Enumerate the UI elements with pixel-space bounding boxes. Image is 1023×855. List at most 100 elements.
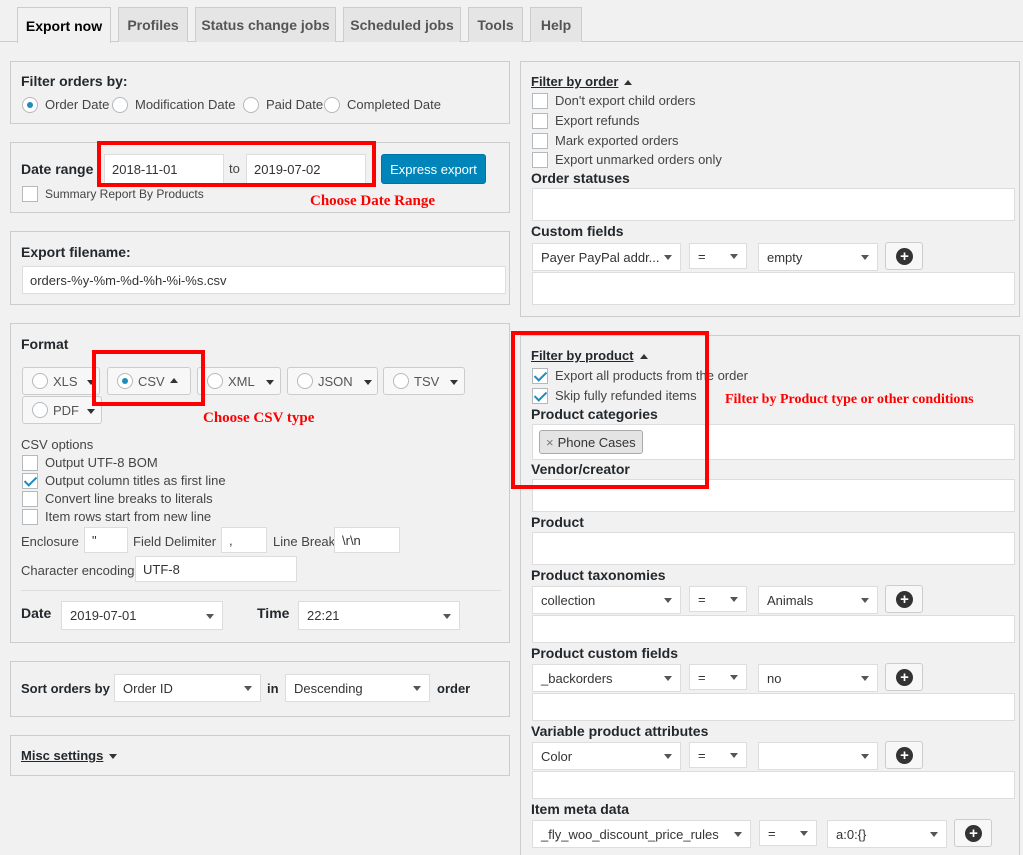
- encoding-input[interactable]: UTF-8: [135, 556, 297, 582]
- item-meta-add-button[interactable]: +: [954, 819, 992, 847]
- time-select[interactable]: 22:21: [298, 601, 460, 630]
- attribute-add-button[interactable]: +: [885, 741, 923, 769]
- item-meta-operator-select[interactable]: =: [759, 820, 817, 846]
- format-xml-button[interactable]: XML: [197, 367, 281, 395]
- sort-field-select[interactable]: Order ID: [114, 674, 261, 702]
- attribute-operator-select[interactable]: =: [689, 742, 747, 768]
- no-child-orders-label: Don't export child orders: [555, 93, 696, 108]
- export-filename-input[interactable]: orders-%y-%m-%d-%h-%i-%s.csv: [22, 266, 506, 294]
- no-child-orders-checkbox[interactable]: [532, 93, 548, 109]
- field-delimiter-label: Field Delimiter: [133, 534, 217, 549]
- date-range-annotation: Choose Date Range: [310, 193, 435, 209]
- unmarked-only-checkbox[interactable]: [532, 152, 548, 168]
- custom-fields-list[interactable]: [532, 272, 1015, 305]
- express-export-button[interactable]: Express export: [381, 154, 486, 184]
- xls-label: XLS: [53, 374, 78, 389]
- time-label: Time: [257, 605, 290, 621]
- radio-paid-date[interactable]: [243, 97, 259, 113]
- product-label: Product: [531, 514, 584, 530]
- radio-completed-date[interactable]: [324, 97, 340, 113]
- export-refunds-checkbox[interactable]: [532, 113, 548, 129]
- tab-profiles[interactable]: Profiles: [118, 7, 188, 42]
- summary-report-label: Summary Report By Products: [45, 187, 204, 201]
- product-cf-add-button[interactable]: +: [885, 663, 923, 691]
- custom-fields-label: Custom fields: [531, 223, 624, 239]
- taxonomy-value-select[interactable]: Animals: [758, 586, 878, 614]
- misc-panel: Misc settings: [10, 735, 510, 776]
- utf8-bom-checkbox[interactable]: [22, 455, 38, 471]
- taxonomies-list[interactable]: [532, 615, 1015, 643]
- format-xls-button[interactable]: XLS: [22, 367, 100, 395]
- filter-by-order-label: Filter by order: [531, 74, 619, 89]
- enclosure-label: Enclosure: [21, 534, 79, 549]
- column-titles-checkbox[interactable]: [22, 473, 38, 489]
- divider: [21, 590, 501, 591]
- product-cf-value-select[interactable]: no: [758, 664, 878, 692]
- attribute-value-select[interactable]: [758, 742, 878, 770]
- format-pdf-button[interactable]: PDF: [22, 396, 102, 424]
- modification-date-label: Modification Date: [135, 97, 236, 112]
- format-json-button[interactable]: JSON: [287, 367, 378, 395]
- line-break-label: Line Break: [273, 534, 336, 549]
- tab-export-now[interactable]: Export now: [17, 7, 111, 43]
- taxonomy-operator-select[interactable]: =: [689, 586, 747, 612]
- column-titles-label: Output column titles as first line: [45, 473, 226, 488]
- sort-direction-select[interactable]: Descending: [285, 674, 430, 702]
- misc-settings-toggle[interactable]: Misc settings: [21, 748, 118, 763]
- xml-radio: [207, 373, 223, 389]
- item-meta-value-select[interactable]: a:0:{}: [827, 820, 947, 848]
- radio-order-date[interactable]: [22, 97, 38, 113]
- mark-exported-checkbox[interactable]: [532, 133, 548, 149]
- item-meta-label: Item meta data: [531, 801, 630, 817]
- order-statuses-input[interactable]: [532, 188, 1015, 221]
- filter-by-order-toggle[interactable]: Filter by order: [531, 74, 633, 89]
- product-custom-fields-list[interactable]: [532, 693, 1015, 721]
- item-rows-checkbox[interactable]: [22, 509, 38, 525]
- field-delimiter-input[interactable]: ,: [221, 527, 267, 553]
- xml-chevron-icon: [266, 380, 274, 385]
- pdf-radio: [32, 402, 48, 418]
- custom-field-add-button[interactable]: +: [885, 242, 923, 270]
- date-select[interactable]: 2019-07-01: [61, 601, 223, 630]
- attributes-label: Variable product attributes: [531, 723, 709, 739]
- product-filter-annotation: Filter by Product type or other conditio…: [725, 392, 974, 407]
- plus-icon: +: [896, 248, 913, 265]
- line-breaks-checkbox[interactable]: [22, 491, 38, 507]
- item-meta-field-select[interactable]: _fly_woo_discount_price_rules: [532, 820, 751, 848]
- tab-tools[interactable]: Tools: [468, 7, 523, 42]
- tab-scheduled-jobs[interactable]: Scheduled jobs: [343, 7, 461, 42]
- json-label: JSON: [318, 374, 353, 389]
- plus-icon: +: [896, 669, 913, 686]
- taxonomies-label: Product taxonomies: [531, 567, 666, 583]
- filter-orders-panel: Filter orders by: Order Date Modificatio…: [10, 61, 510, 124]
- misc-chevron-down-icon: [109, 754, 118, 760]
- filter-by-order-chevron-up-icon: [624, 80, 633, 86]
- attribute-field-select[interactable]: Color: [532, 742, 681, 770]
- summary-report-checkbox[interactable]: [22, 186, 38, 202]
- taxonomy-field-select[interactable]: collection: [532, 586, 681, 614]
- utf8-bom-label: Output UTF-8 BOM: [45, 455, 158, 470]
- tab-status-change-jobs[interactable]: Status change jobs: [195, 7, 336, 42]
- format-title: Format: [21, 336, 69, 352]
- misc-settings-label: Misc settings: [21, 748, 104, 763]
- order-statuses-label: Order statuses: [531, 170, 630, 186]
- tab-help[interactable]: Help: [530, 7, 582, 42]
- taxonomy-add-button[interactable]: +: [885, 585, 923, 613]
- product-cf-field-select[interactable]: _backorders: [532, 664, 681, 692]
- line-break-input[interactable]: \r\n: [334, 527, 400, 553]
- encoding-label: Character encoding: [21, 563, 135, 578]
- json-radio: [297, 373, 313, 389]
- product-cf-operator-select[interactable]: =: [689, 664, 747, 690]
- radio-modification-date[interactable]: [112, 97, 128, 113]
- pdf-label: PDF: [53, 403, 79, 418]
- custom-field-select[interactable]: Payer PayPal addr...: [532, 243, 681, 271]
- custom-field-operator-select[interactable]: =: [689, 243, 747, 269]
- product-input[interactable]: [532, 532, 1015, 565]
- attributes-list[interactable]: [532, 771, 1015, 799]
- custom-field-value-select[interactable]: empty: [758, 243, 878, 271]
- export-filename-panel: Export filename: orders-%y-%m-%d-%h-%i-%…: [10, 231, 510, 305]
- enclosure-input[interactable]: ": [84, 527, 128, 553]
- format-tsv-button[interactable]: TSV: [383, 367, 465, 395]
- completed-date-label: Completed Date: [347, 97, 441, 112]
- mark-exported-label: Mark exported orders: [555, 133, 679, 148]
